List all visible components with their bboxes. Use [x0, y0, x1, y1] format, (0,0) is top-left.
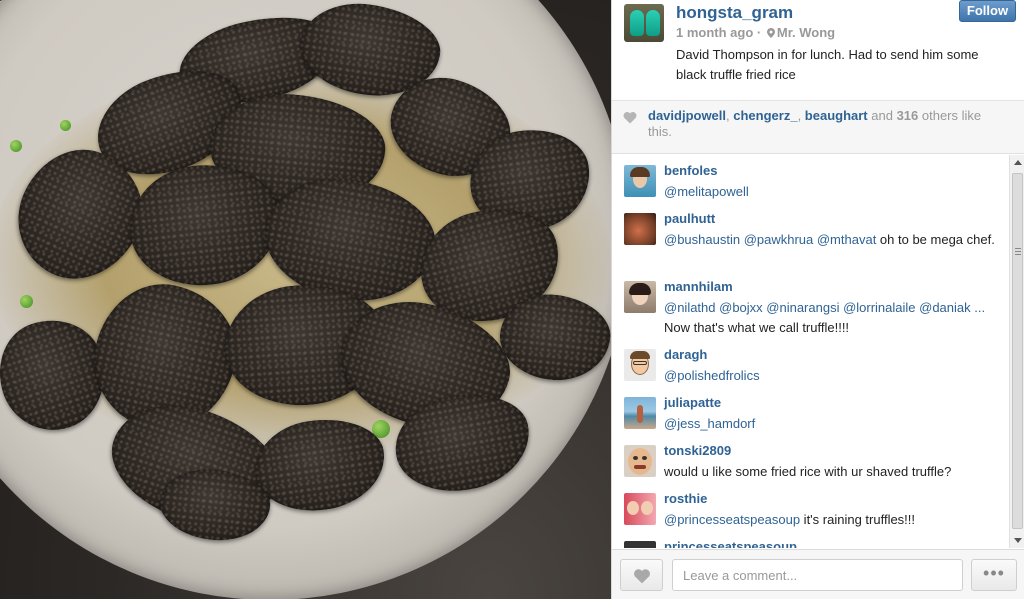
commenter-username[interactable]: princesseatspeasoup: [664, 539, 797, 548]
comment-text: @nilathd @bojxx @ninarangsi @lorrinalail…: [664, 298, 999, 338]
comment-text: @bushaustin @pawkhrua @mthavat oh to be …: [664, 230, 999, 250]
more-options-button[interactable]: •••: [971, 559, 1017, 591]
comment-item: paulhutt @bushaustin @pawkhrua @mthavat …: [624, 211, 1009, 275]
post-caption: David Thompson in for lunch. Had to send…: [676, 47, 979, 82]
grip-line: [1015, 248, 1021, 249]
comment-mentions[interactable]: @princesseatspeasoup: [664, 512, 800, 527]
grip-line: [1015, 254, 1021, 255]
comment-text: @jess_hamdorf: [664, 414, 999, 434]
post-panel: hongsta_gram Follow 1 month ago · Mr. Wo…: [611, 0, 1024, 599]
shoe: [646, 10, 660, 36]
comment-body: oh to be mega chef.: [876, 232, 995, 247]
comment-mentions[interactable]: @polishedfrolics: [664, 368, 760, 383]
post-time[interactable]: 1 month ago: [676, 25, 753, 40]
comment-text: @princesseatspeasoup it's raining truffl…: [664, 510, 999, 530]
heart-icon: [623, 112, 637, 124]
comment-mentions[interactable]: @bushaustin @pawkhrua @mthavat: [664, 232, 876, 247]
commenter-username[interactable]: benfoles: [664, 163, 717, 178]
comment-body: Now that's what we call truffle!!!!: [664, 320, 850, 335]
comment-item: mannhilam @nilathd @bojxx @ninarangsi @l…: [624, 279, 1009, 343]
follow-button[interactable]: Follow: [959, 0, 1016, 22]
comment-text: @melitapowell: [664, 182, 999, 202]
comment-text: @polishedfrolics: [664, 366, 999, 386]
comment-mentions[interactable]: @melitapowell: [664, 184, 749, 199]
comment-item: benfoles @melitapowell: [624, 163, 1009, 207]
scroll-up-arrow-icon[interactable]: [1014, 160, 1022, 165]
post-meta: 1 month ago · Mr. Wong: [676, 25, 835, 40]
commenter-avatar[interactable]: [624, 349, 656, 381]
post-location[interactable]: Mr. Wong: [777, 25, 835, 40]
commenter-avatar[interactable]: [624, 213, 656, 245]
comment-input[interactable]: [672, 559, 963, 591]
comment-item: tonski2809 would u like some fried rice …: [624, 443, 1009, 487]
likes-bar: davidjpowell, chengerz_, beaughart and 3…: [612, 100, 1024, 154]
comment-footer: •••: [612, 549, 1024, 599]
comments-scrollbar[interactable]: [1009, 155, 1024, 548]
comment-item: daragh @polishedfrolics: [624, 347, 1009, 391]
comment-mentions[interactable]: @nilathd @bojxx @ninarangsi @lorrinalail…: [664, 300, 985, 315]
commenter-avatar[interactable]: [624, 165, 656, 197]
owner-avatar[interactable]: [624, 4, 664, 42]
like-button[interactable]: [620, 559, 663, 591]
liker-username[interactable]: beaughart: [805, 108, 868, 123]
liker-username[interactable]: chengerz_: [733, 108, 797, 123]
comment-body: would u like some fried rice with ur sha…: [664, 464, 952, 479]
likes-and: and: [867, 108, 897, 123]
commenter-avatar[interactable]: [624, 445, 656, 477]
commenter-username[interactable]: daragh: [664, 347, 707, 362]
likes-others-count[interactable]: 316: [897, 108, 919, 123]
commenter-username[interactable]: paulhutt: [664, 211, 715, 226]
meta-separator: ·: [756, 25, 762, 40]
comment-text: would u like some fried rice with ur sha…: [664, 462, 999, 482]
comment-mentions[interactable]: @jess_hamdorf: [664, 416, 755, 431]
comment-item: juliapatte @jess_hamdorf: [624, 395, 1009, 439]
post-header: hongsta_gram Follow 1 month ago · Mr. Wo…: [612, 0, 1024, 100]
comment-item: rosthie @princesseatspeasoup it's rainin…: [624, 491, 1009, 535]
comment-list[interactable]: benfoles @melitapowell paulhutt @bushaus…: [612, 155, 1009, 548]
ellipsis-icon: •••: [983, 563, 1005, 583]
commenter-username[interactable]: mannhilam: [664, 279, 733, 294]
pea: [10, 140, 22, 152]
comment-body: it's raining truffles!!!: [800, 512, 916, 527]
shoe: [630, 10, 644, 36]
grip-line: [1015, 251, 1021, 252]
commenter-avatar[interactable]: [624, 541, 656, 548]
comment-item: princesseatspeasoup: [624, 539, 1009, 548]
scroll-thumb[interactable]: [1012, 173, 1023, 529]
commenter-avatar[interactable]: [624, 493, 656, 525]
pea: [60, 120, 71, 131]
pea: [20, 295, 33, 308]
commenter-avatar[interactable]: [624, 397, 656, 429]
commenter-avatar[interactable]: [624, 281, 656, 313]
liker-username[interactable]: davidjpowell: [648, 108, 726, 123]
heart-icon: [634, 569, 650, 584]
likes-separator: ,: [797, 108, 805, 123]
likes-text: davidjpowell, chengerz_, beaughart and 3…: [648, 108, 1008, 140]
location-pin-icon: [766, 28, 775, 38]
owner-username[interactable]: hongsta_gram: [676, 3, 793, 23]
commenter-username[interactable]: rosthie: [664, 491, 707, 506]
scroll-down-arrow-icon[interactable]: [1014, 538, 1022, 543]
commenter-username[interactable]: tonski2809: [664, 443, 731, 458]
post-photo[interactable]: [0, 0, 611, 599]
commenter-username[interactable]: juliapatte: [664, 395, 721, 410]
